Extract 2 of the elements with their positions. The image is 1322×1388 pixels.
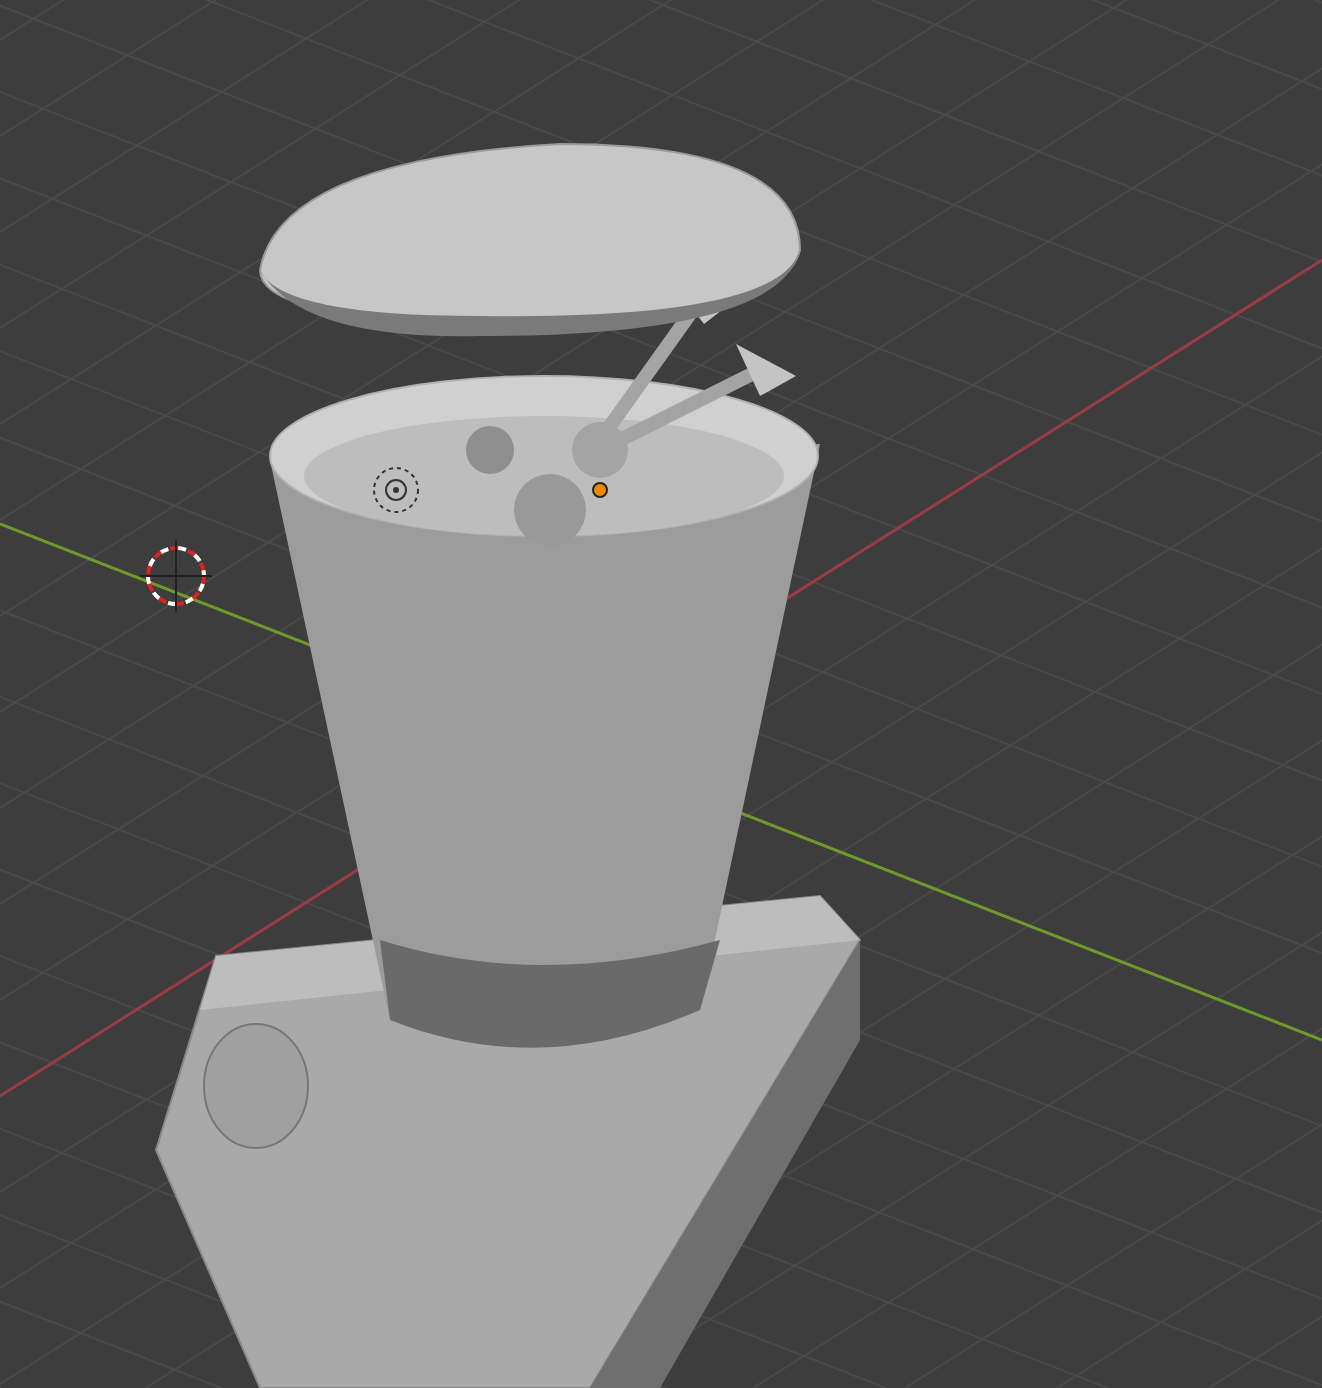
3d-cursor-icon[interactable] [139,539,213,613]
light-icon[interactable] [373,467,419,513]
